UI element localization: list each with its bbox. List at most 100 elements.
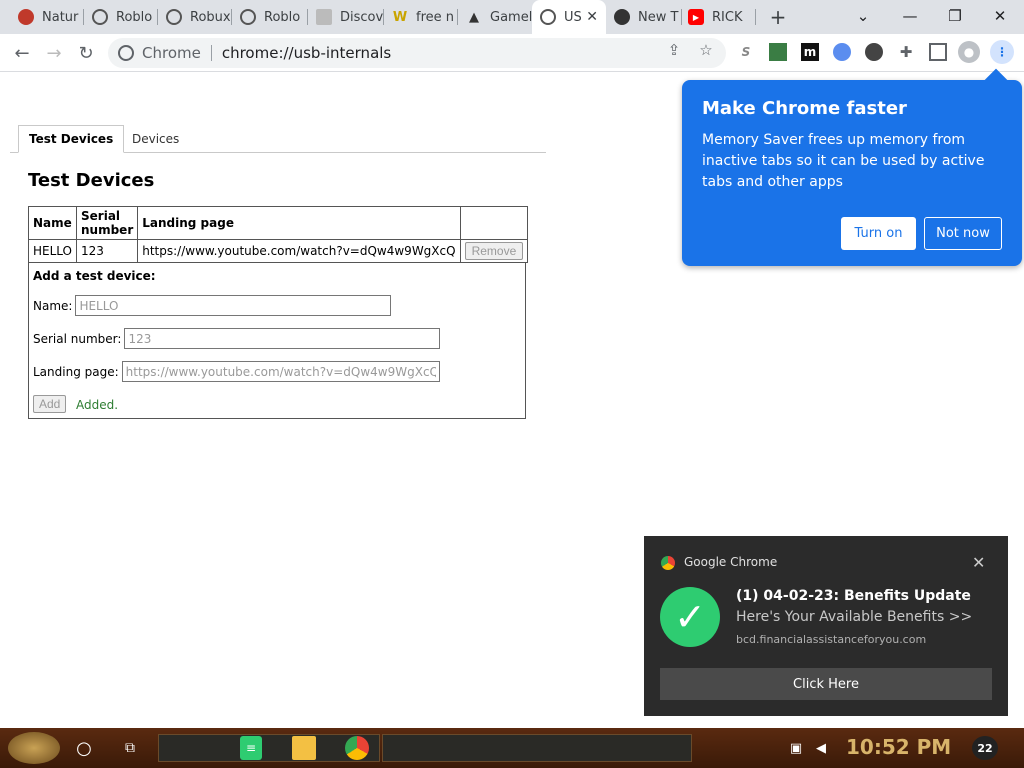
close-tab-icon[interactable]: ✕	[586, 9, 598, 25]
serial-label: Serial number:	[33, 331, 122, 346]
tab-favicon-icon	[316, 9, 332, 25]
tab-title: Gamel	[490, 9, 532, 25]
tab-title: Natur	[42, 9, 79, 25]
promo-title: Make Chrome faster	[702, 98, 907, 119]
tab-test-devices[interactable]: Test Devices	[18, 125, 125, 153]
globe-icon	[92, 9, 108, 25]
remove-button[interactable]: Remove	[464, 242, 524, 260]
turn-on-button[interactable]: Turn on	[841, 217, 916, 250]
browser-tab[interactable]: ▲ Gamel	[458, 0, 532, 34]
page-tabs: Test Devices Devices	[10, 125, 546, 153]
browser-tab[interactable]: New T	[606, 0, 682, 34]
landing-input[interactable]	[121, 361, 440, 382]
share-icon[interactable]: ⇪	[665, 41, 683, 59]
add-button[interactable]: Add	[33, 395, 67, 413]
browser-tab[interactable]: Natur	[8, 0, 84, 34]
device-name-cell: HELLO	[28, 239, 77, 263]
omnibox-url[interactable]: chrome://usb-internals	[222, 44, 391, 62]
landing-row: Landing page:	[33, 361, 440, 382]
extension-s-icon[interactable]: S	[737, 43, 755, 61]
w-logo-icon: W	[392, 9, 408, 25]
name-label: Name:	[33, 298, 73, 313]
extension-m-icon[interactable]: m	[801, 43, 819, 61]
chrome-notification[interactable]: Google Chrome ✕ ✓ (1) 04-02-23: Benefits…	[644, 536, 1008, 716]
youtube-icon: ▶	[688, 9, 704, 25]
serial-input[interactable]	[124, 328, 441, 349]
tab-title: free n	[416, 9, 455, 25]
chrome-taskbar-icon[interactable]	[345, 736, 369, 760]
clock[interactable]: 10:52 PM	[846, 735, 951, 759]
close-window-button[interactable]: ✕	[986, 4, 1014, 28]
tab-title: Robux	[190, 9, 231, 25]
tab-search-icon[interactable]: ⌄	[849, 4, 877, 28]
minimize-button[interactable]: —	[896, 4, 924, 28]
notification-center-icon[interactable]: 22	[972, 736, 998, 760]
tab-title: Discov	[340, 9, 384, 25]
forward-button[interactable]: →	[41, 40, 67, 66]
tab-favicon-icon	[614, 9, 630, 25]
tab-title: RICK	[712, 9, 743, 25]
landing-page-cell: https://www.youtube.com/watch?v=dQw4w9Wg…	[137, 239, 461, 263]
maximize-button[interactable]: ❐	[941, 4, 969, 28]
column-header	[459, 206, 529, 240]
browser-tab[interactable]: W free n	[384, 0, 458, 34]
omnibox[interactable]: Chrome chrome://usb-internals	[108, 38, 726, 68]
page-title: Test Devices	[28, 170, 155, 191]
profile-icon[interactable]: ●	[958, 41, 980, 63]
task-view-icon[interactable]: ⧉	[118, 736, 142, 760]
reload-button[interactable]: ↻	[73, 40, 99, 66]
chrome-menu-icon[interactable]: ⋮	[990, 40, 1014, 64]
tab-strip: Natur Roblo Robux Roblo Discov W free n …	[0, 0, 1024, 34]
bookmark-star-icon[interactable]: ☆	[697, 41, 715, 59]
click-here-button[interactable]: Click Here	[660, 668, 992, 700]
side-panel-icon[interactable]	[929, 43, 947, 61]
start-button[interactable]	[8, 732, 60, 764]
taskbar: ○ ⧉ ≡ ▣ ◀ 10:52 PM 22	[0, 728, 1024, 768]
extension-avatar-icon[interactable]	[865, 43, 883, 61]
notification-subtitle: Here's Your Available Benefits >>	[736, 609, 973, 625]
notification-title: (1) 04-02-23: Benefits Update	[736, 588, 971, 604]
extension-globe-icon[interactable]	[833, 43, 851, 61]
notes-app-icon[interactable]: ≡	[240, 736, 262, 760]
not-now-button[interactable]: Not now	[924, 217, 1002, 250]
notification-app-name: Google Chrome	[684, 555, 778, 569]
usb-internals-page: Test Devices Devices Test Devices Name S…	[0, 104, 560, 434]
tab-title: Roblo	[116, 9, 153, 25]
table-row: HELLO 123 https://www.youtube.com/watch?…	[28, 239, 529, 263]
promo-body: Memory Saver frees up memory from inacti…	[702, 132, 985, 190]
puzzle-extensions-icon[interactable]: ✚	[897, 43, 915, 61]
tab-devices[interactable]: Devices	[122, 125, 189, 153]
globe-icon	[540, 9, 556, 25]
landing-label: Landing page:	[33, 364, 119, 379]
browser-tab[interactable]: Roblo	[84, 0, 158, 34]
tab-title: US	[564, 9, 582, 25]
volume-muted-icon[interactable]: ◀	[812, 736, 830, 760]
browser-tab[interactable]: Roblo	[232, 0, 308, 34]
globe-icon	[240, 9, 256, 25]
form-title: Add a test device:	[33, 269, 156, 283]
browser-tab-active[interactable]: US ✕	[532, 0, 606, 34]
add-device-form: Add a test device: Name: Serial number: …	[28, 262, 526, 419]
serial-cell: 123	[75, 239, 139, 263]
tab-title: New T	[638, 9, 679, 25]
action-cell: Remove	[459, 239, 529, 263]
network-icon[interactable]: ▣	[787, 736, 805, 760]
close-notification-icon[interactable]: ✕	[972, 553, 985, 572]
name-input[interactable]	[75, 295, 392, 316]
checkmark-icon: ✓	[660, 587, 720, 647]
back-button[interactable]: ←	[9, 40, 35, 66]
globe-icon	[166, 9, 182, 25]
tab-favicon-icon	[18, 9, 34, 25]
browser-tab[interactable]: Robux	[158, 0, 232, 34]
new-tab-button[interactable]: +	[766, 5, 790, 29]
column-header: Serial number	[75, 206, 139, 240]
tab-title: Roblo	[264, 9, 301, 25]
serial-row: Serial number:	[33, 328, 441, 349]
column-header: Landing page	[137, 206, 461, 240]
search-circle-icon[interactable]: ○	[72, 736, 96, 760]
browser-tab[interactable]: Discov	[308, 0, 384, 34]
file-explorer-icon[interactable]	[292, 736, 316, 760]
browser-tab[interactable]: ▶ RICK	[682, 0, 756, 34]
status-text: Added.	[76, 398, 119, 412]
extension-green-icon[interactable]	[769, 43, 787, 61]
